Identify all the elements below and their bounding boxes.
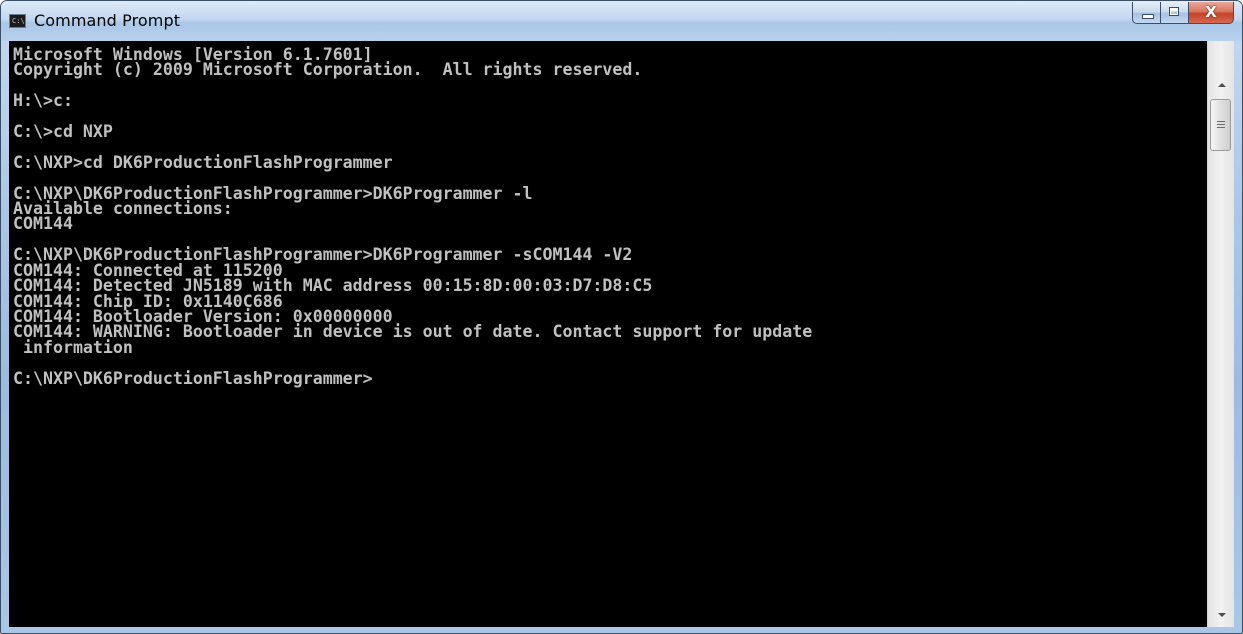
console-icon-text: C:\. [12, 17, 25, 25]
caption-buttons: X [1132, 2, 1234, 24]
scroll-up-button[interactable] [1209, 73, 1234, 97]
grip-line [1217, 127, 1225, 128]
arrow-down-icon [1217, 613, 1226, 617]
console-output[interactable]: Microsoft Windows [Version 6.1.7601] Cop… [9, 41, 1207, 627]
title-bar[interactable]: C:\. Command Prompt X [1, 1, 1242, 41]
command-prompt-window: C:\. Command Prompt X Microsoft Windows … [0, 0, 1243, 634]
arrow-up-icon [1217, 83, 1226, 87]
console-text[interactable]: Microsoft Windows [Version 6.1.7601] Cop… [9, 41, 1207, 386]
maximize-button[interactable] [1160, 2, 1188, 24]
vertical-scrollbar[interactable] [1207, 41, 1234, 627]
close-icon: X [1205, 3, 1217, 21]
console-icon[interactable]: C:\. [9, 14, 26, 28]
minimize-button[interactable] [1132, 2, 1160, 24]
close-button[interactable]: X [1188, 2, 1234, 24]
window-title: Command Prompt [34, 11, 181, 30]
minimize-icon [1142, 14, 1154, 19]
maximize-icon [1169, 7, 1179, 16]
scrollbar-thumb[interactable] [1210, 99, 1231, 151]
grip-line [1217, 124, 1225, 125]
grip-line [1217, 121, 1225, 122]
scroll-down-button[interactable] [1209, 603, 1234, 627]
